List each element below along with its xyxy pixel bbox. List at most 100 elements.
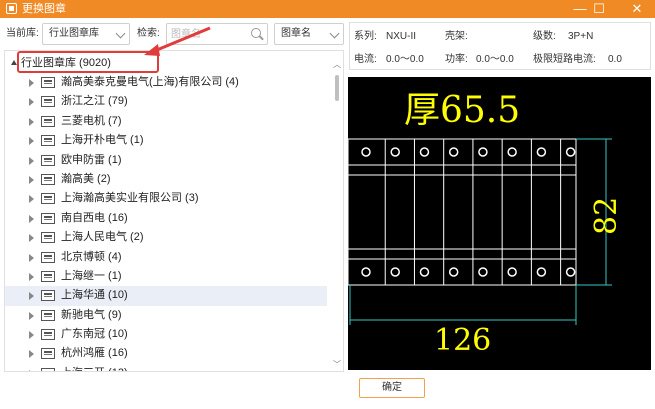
expand-arrow-icon[interactable] — [29, 311, 34, 320]
scroll-down-icon[interactable]: ﹀ — [332, 361, 342, 369]
tree-item-label: 上海开朴电气 (1) — [61, 134, 144, 147]
tree-item-label: 上海瀚高美实业有限公司 (3) — [61, 192, 199, 205]
terminal-screw-icon — [390, 147, 400, 157]
expand-arrow-icon[interactable] — [29, 175, 34, 184]
library-select-value: 行业图章库 — [49, 28, 99, 39]
tree-item-label: 三菱电机 (7) — [61, 114, 122, 127]
expand-arrow-icon[interactable] — [29, 79, 34, 87]
tree-item[interactable]: 瀚高美 (2) — [5, 170, 327, 189]
expand-arrow-icon[interactable] — [29, 214, 34, 223]
terminal-screw-icon — [507, 147, 517, 157]
tree-item[interactable]: 北京博顿 (4) — [5, 248, 327, 267]
terminal-screw-icon — [419, 267, 430, 277]
expand-arrow-icon[interactable] — [29, 156, 34, 165]
tree-item[interactable]: 南自西电 (16) — [5, 209, 327, 228]
current-library-label: 当前库: — [6, 28, 39, 39]
stamp-library-icon — [41, 154, 55, 166]
maximize-button[interactable]: ☐ — [584, 0, 614, 18]
expand-arrow-icon[interactable] — [29, 350, 34, 359]
terminal-screw-icon — [478, 147, 488, 157]
stamp-library-icon — [41, 367, 55, 371]
info-panel: 系列: NXU-II 壳架: 级数: 3P+N 电流: 0.0～0.0 功率: … — [349, 22, 651, 70]
expand-arrow-icon[interactable] — [29, 253, 34, 262]
stamp-library-icon — [41, 173, 55, 185]
stamp-library-icon — [41, 329, 55, 341]
terminal-screw-icon — [565, 147, 576, 157]
expand-arrow-icon[interactable] — [29, 117, 34, 126]
poles-label: 级数: — [533, 31, 556, 42]
current-label: 电流: — [354, 54, 377, 65]
tree-item-label: 上海三开 (13) — [61, 364, 128, 371]
tree-item-label: 瀚高美泰克曼电气(上海)有限公司 (4) — [61, 76, 239, 88]
expand-arrow-icon[interactable] — [29, 369, 34, 371]
expand-arrow-icon[interactable] — [29, 137, 34, 146]
tree-item-label: 上海华通 (10) — [61, 289, 128, 302]
tree-item[interactable]: 新驰电气 (9) — [5, 306, 327, 325]
terminal-screw-icon — [565, 267, 576, 277]
power-label: 功率: — [445, 54, 468, 65]
breaker-outline — [348, 138, 577, 286]
tree-item[interactable]: 上海人民电气 (2) — [5, 228, 327, 247]
terminal-screw-icon — [536, 267, 547, 277]
library-select[interactable]: 行业图章库 — [42, 23, 130, 45]
stamp-preview: 厚65.5 126 82 — [348, 77, 651, 370]
stamp-library-icon — [41, 96, 55, 108]
tree-item[interactable]: 欧申防雷 (1) — [5, 151, 327, 170]
close-button[interactable]: ✕ — [622, 0, 652, 18]
tree-list: 瀚高美泰克曼电气(上海)有限公司 (4) 浙江之江 (79) 三菱电机 (7) 上海开… — [5, 73, 327, 371]
tree-item[interactable]: 瀚高美泰克曼电气(上海)有限公司 (4) — [5, 73, 327, 92]
poles-value: 3P+N — [568, 31, 594, 42]
tree-item[interactable]: 三菱电机 (7) — [5, 112, 327, 131]
ok-button[interactable]: 确定 — [359, 378, 425, 398]
series-value: NXU-II — [386, 31, 416, 42]
scroll-up-icon[interactable]: ︿ — [332, 61, 342, 69]
tree-item[interactable]: 广东南冠 (10) — [5, 325, 327, 344]
expand-arrow-icon[interactable] — [29, 331, 34, 340]
shell-label: 壳架: — [445, 31, 468, 42]
terminal-screw-icon — [361, 147, 371, 157]
scrollbar-thumb[interactable] — [335, 75, 339, 101]
tree-item[interactable]: 上海继一 (1) — [5, 267, 327, 286]
expand-arrow-icon[interactable] — [29, 272, 34, 281]
tree-item[interactable]: 浙江之江 (79) — [5, 92, 327, 111]
tree-item[interactable]: 上海华通 (10) — [5, 286, 327, 306]
expand-arrow-icon[interactable] — [29, 98, 34, 107]
power-value: 0.0～0.0 — [476, 54, 514, 65]
tree-item-label: 南自西电 (16) — [61, 211, 128, 224]
search-field-value: 图章名 — [281, 28, 311, 39]
preview-drawing: 厚65.5 126 82 — [348, 90, 624, 358]
library-tree[interactable]: 行业图章库 (9020) 瀚高美泰克曼电气(上海)有限公司 (4) 浙江之江 (7… — [4, 50, 344, 372]
search-field-select[interactable]: 图章名 — [274, 23, 344, 45]
stamp-library-icon — [41, 115, 55, 127]
terminal-screw-icon — [478, 267, 488, 277]
stamp-library-icon — [41, 135, 55, 147]
expand-arrow-icon[interactable] — [29, 292, 34, 301]
tree-item-label: 广东南冠 (10) — [61, 328, 128, 341]
stamp-library-icon — [41, 270, 55, 282]
expand-arrow-icon[interactable] — [29, 234, 34, 243]
tree-item[interactable]: 杭州鸿雁 (16) — [5, 344, 327, 363]
window-title: 更换图章 — [22, 3, 66, 15]
chevron-down-icon — [329, 28, 340, 39]
tree-item-label: 杭州鸿雁 (16) — [61, 347, 128, 360]
annotation-arrow — [144, 26, 211, 56]
current-value: 0.0～0.0 — [386, 54, 424, 65]
stamp-library-icon — [41, 193, 55, 205]
tree-item-label: 北京博顿 (4) — [61, 250, 122, 263]
terminal-screw-icon — [448, 267, 459, 277]
terminal-screw-icon — [448, 147, 459, 157]
expand-arrow-icon[interactable] — [29, 195, 34, 204]
tree-scrollbar[interactable]: ︿ ﹀ — [332, 61, 342, 369]
tree-item[interactable]: 上海开朴电气 (1) — [5, 131, 327, 150]
breaker-body — [348, 138, 612, 325]
terminal-screw-icon — [507, 267, 517, 277]
stamp-library-icon — [41, 232, 55, 244]
app-icon — [6, 3, 17, 14]
stamp-library-icon — [41, 348, 55, 360]
tree-item-label: 上海人民电气 (2) — [61, 231, 144, 244]
terminal-screw-icon — [419, 147, 430, 157]
search-icon[interactable] — [251, 28, 261, 38]
tree-item[interactable]: 上海三开 (13) — [5, 364, 327, 371]
tree-item[interactable]: 上海瀚高美实业有限公司 (3) — [5, 189, 327, 208]
terminal-screw-icon — [390, 267, 400, 277]
